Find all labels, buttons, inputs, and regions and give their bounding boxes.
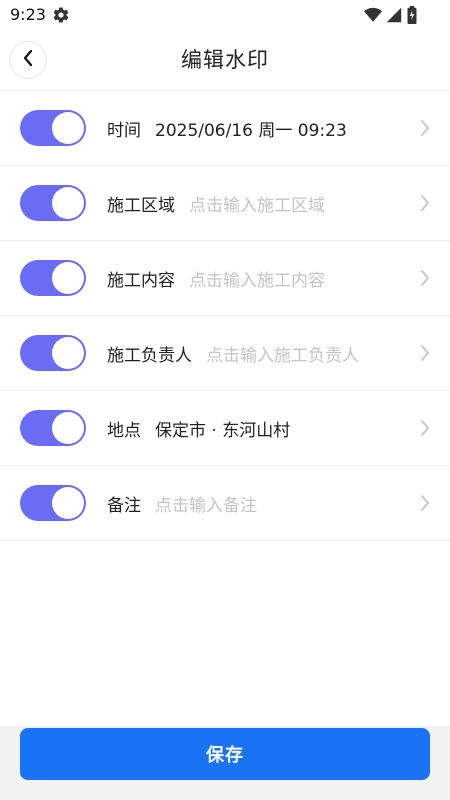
- row-label: 施工区域: [107, 195, 175, 216]
- save-button[interactable]: 保存: [20, 728, 430, 780]
- row-time[interactable]: 时间 2025/06/16 周一 09:23: [0, 90, 450, 165]
- row-placeholder[interactable]: 点击输入备注: [155, 491, 257, 516]
- row-text: 施工负责人 点击输入施工负责人: [107, 341, 359, 366]
- row-location[interactable]: 地点 保定市 · 东河山村: [0, 390, 450, 465]
- toggle-knob: [52, 262, 84, 294]
- toggle-knob: [52, 412, 84, 444]
- chevron-right-icon: [418, 119, 432, 137]
- header: 编辑水印: [0, 30, 450, 90]
- row-label: 时间: [107, 120, 141, 141]
- toggle-location[interactable]: [20, 410, 86, 446]
- chevron-right-icon: [418, 419, 432, 437]
- row-label: 施工负责人: [107, 345, 192, 366]
- screen: 9:23 编辑水印 时间 2025/06/16 周一 09:23 施工区域 点击…: [0, 0, 450, 800]
- page-title: 编辑水印: [181, 48, 269, 72]
- row-placeholder[interactable]: 点击输入施工区域: [189, 191, 325, 216]
- row-construction-area[interactable]: 施工区域 点击输入施工区域: [0, 165, 450, 240]
- row-value: 保定市 · 东河山村: [155, 420, 291, 441]
- toggle-knob: [52, 337, 84, 369]
- wifi-icon: [364, 7, 382, 27]
- chevron-right-icon: [418, 194, 432, 212]
- bottom-bar: 保存: [0, 726, 450, 800]
- toggle-remarks[interactable]: [20, 485, 86, 521]
- row-text: 地点 保定市 · 东河山村: [107, 416, 290, 441]
- toggle-person-in-charge[interactable]: [20, 335, 86, 371]
- toggle-construction-content[interactable]: [20, 260, 86, 296]
- row-label: 地点: [107, 420, 141, 441]
- row-text: 施工内容 点击输入施工内容: [107, 266, 325, 291]
- row-text: 施工区域 点击输入施工区域: [107, 191, 325, 216]
- chevron-right-icon: [418, 344, 432, 362]
- row-placeholder[interactable]: 点击输入施工负责人: [206, 341, 359, 366]
- toggle-time[interactable]: [20, 110, 86, 146]
- toggle-knob: [52, 112, 84, 144]
- toggle-construction-area[interactable]: [20, 185, 86, 221]
- row-label: 施工内容: [107, 270, 175, 291]
- row-label: 备注: [107, 495, 141, 516]
- row-text: 备注 点击输入备注: [107, 491, 257, 516]
- toggle-knob: [52, 187, 84, 219]
- watermark-field-list: 时间 2025/06/16 周一 09:23 施工区域 点击输入施工区域 施工内…: [0, 90, 450, 541]
- row-remarks[interactable]: 备注 点击输入备注: [0, 465, 450, 541]
- status-time: 9:23: [10, 5, 46, 24]
- toggle-knob: [52, 487, 84, 519]
- row-placeholder[interactable]: 点击输入施工内容: [189, 266, 325, 291]
- row-person-in-charge[interactable]: 施工负责人 点击输入施工负责人: [0, 315, 450, 390]
- chevron-right-icon: [418, 494, 432, 512]
- status-bar: 9:23: [0, 0, 450, 30]
- chevron-right-icon: [418, 269, 432, 287]
- row-construction-content[interactable]: 施工内容 点击输入施工内容: [0, 240, 450, 315]
- row-text: 时间 2025/06/16 周一 09:23: [107, 116, 347, 141]
- gear-icon: [52, 6, 70, 24]
- row-value: 2025/06/16 周一 09:23: [155, 120, 347, 141]
- status-icons: [364, 6, 418, 28]
- battery-icon: [406, 6, 418, 28]
- signal-icon: [386, 7, 402, 27]
